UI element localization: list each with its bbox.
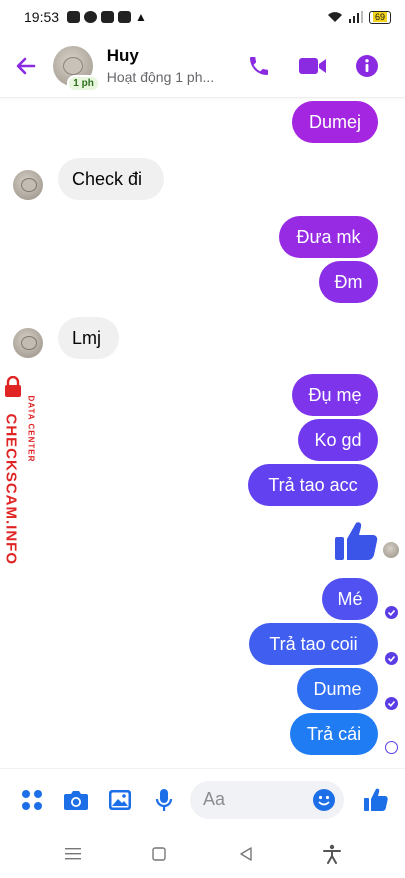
apps-button[interactable] bbox=[10, 778, 54, 822]
back-button[interactable] bbox=[0, 34, 51, 98]
phone-icon bbox=[250, 56, 268, 75]
message-bubble-out[interactable]: Đưa mk bbox=[279, 216, 378, 258]
lock-icon bbox=[5, 376, 21, 397]
apps-icon bbox=[22, 789, 42, 810]
gallery-icon bbox=[109, 789, 131, 810]
status-time: 19:53 bbox=[24, 9, 60, 25]
message-bubble-in[interactable]: Lmj bbox=[58, 317, 119, 359]
watermark-brand: CHECKSCAM.INFO bbox=[2, 413, 20, 566]
message-composer bbox=[0, 768, 405, 830]
warning-icon: ▲ bbox=[135, 10, 147, 24]
emoji-icon[interactable] bbox=[312, 788, 336, 812]
like-sticker-icon[interactable] bbox=[334, 520, 380, 562]
message-bubble-out[interactable]: Trả cái bbox=[290, 713, 378, 755]
message-bubble-in[interactable]: Check đi bbox=[58, 158, 164, 200]
message-bubble-out[interactable]: Ko gd bbox=[298, 419, 378, 461]
notification-icons: ▲ bbox=[67, 10, 147, 24]
system-navigation-bar bbox=[0, 830, 405, 878]
conversation-info-button[interactable] bbox=[343, 42, 391, 90]
camera-button[interactable] bbox=[54, 778, 98, 822]
gallery-button[interactable] bbox=[98, 778, 142, 822]
menu-icon bbox=[65, 848, 82, 860]
contact-message-avatar[interactable] bbox=[13, 328, 43, 358]
signal-icon bbox=[348, 11, 363, 23]
contact-avatar[interactable]: 1 ph bbox=[53, 45, 100, 92]
battery-level: 69 bbox=[372, 11, 387, 22]
checkscam-watermark: DATA CENTER CHECKSCAM.INFO bbox=[2, 376, 42, 576]
like-button[interactable] bbox=[354, 778, 398, 822]
sent-receipt-icon bbox=[385, 741, 398, 754]
voice-call-button[interactable] bbox=[235, 42, 283, 90]
status-right: 69 bbox=[327, 10, 391, 24]
read-receipt-icon bbox=[385, 652, 398, 665]
status-bar: 19:53 ▲ 69 bbox=[0, 0, 405, 34]
message-input-container[interactable] bbox=[190, 780, 344, 819]
like-icon bbox=[364, 788, 388, 811]
camera-icon bbox=[64, 790, 88, 810]
message-bubble-out[interactable]: Trả tao coii bbox=[249, 623, 378, 665]
message-list: Dumej Check đi Đưa mk Đm Lmj Đụ mẹ Ko gd… bbox=[0, 98, 405, 768]
read-receipt-icon bbox=[385, 606, 398, 619]
video-camera-icon bbox=[299, 57, 326, 74]
home-square-icon bbox=[152, 847, 167, 861]
accessibility-nav-button[interactable] bbox=[312, 834, 352, 874]
message-bubble-out[interactable]: Đụ mẹ bbox=[292, 374, 378, 416]
contact-info[interactable]: Huy Hoạt động 1 ph... bbox=[107, 46, 235, 85]
contact-status: Hoạt động 1 ph... bbox=[106, 69, 215, 85]
info-icon bbox=[356, 54, 378, 77]
voice-message-button[interactable] bbox=[142, 778, 186, 822]
youtube-notification-icon bbox=[101, 11, 115, 23]
message-bubble-out[interactable]: Dume bbox=[297, 668, 378, 710]
message-bubble-out[interactable]: Dumej bbox=[292, 101, 378, 143]
active-time-badge: 1 ph bbox=[67, 74, 100, 92]
back-nav-button[interactable] bbox=[226, 834, 266, 874]
watermark-subtitle: DATA CENTER bbox=[26, 395, 36, 463]
home-nav-button[interactable] bbox=[139, 834, 179, 874]
app-notification-icon bbox=[118, 11, 132, 23]
zalo-notification-icon bbox=[67, 11, 81, 23]
seen-receipt-avatar bbox=[383, 542, 399, 558]
read-receipt-icon bbox=[385, 697, 398, 710]
message-bubble-out[interactable]: Trả tao acc bbox=[248, 464, 378, 506]
messenger-notification-icon bbox=[84, 11, 98, 23]
contact-name: Huy bbox=[106, 46, 139, 65]
battery-icon: 69 bbox=[368, 10, 391, 24]
header-actions bbox=[235, 42, 405, 90]
avatar-image bbox=[63, 56, 84, 75]
video-call-button[interactable] bbox=[289, 42, 337, 90]
microphone-icon bbox=[155, 788, 173, 811]
accessibility-icon bbox=[322, 844, 341, 864]
menu-nav-button[interactable] bbox=[53, 834, 93, 874]
chat-header: 1 ph Huy Hoạt động 1 ph... bbox=[0, 34, 405, 98]
wifi-icon bbox=[327, 12, 342, 22]
contact-message-avatar[interactable] bbox=[13, 170, 43, 200]
message-input[interactable] bbox=[203, 789, 303, 810]
message-bubble-out[interactable]: Mé bbox=[322, 578, 378, 620]
back-arrow-icon bbox=[16, 57, 35, 74]
back-triangle-icon bbox=[239, 847, 252, 861]
message-bubble-out[interactable]: Đm bbox=[319, 261, 378, 303]
